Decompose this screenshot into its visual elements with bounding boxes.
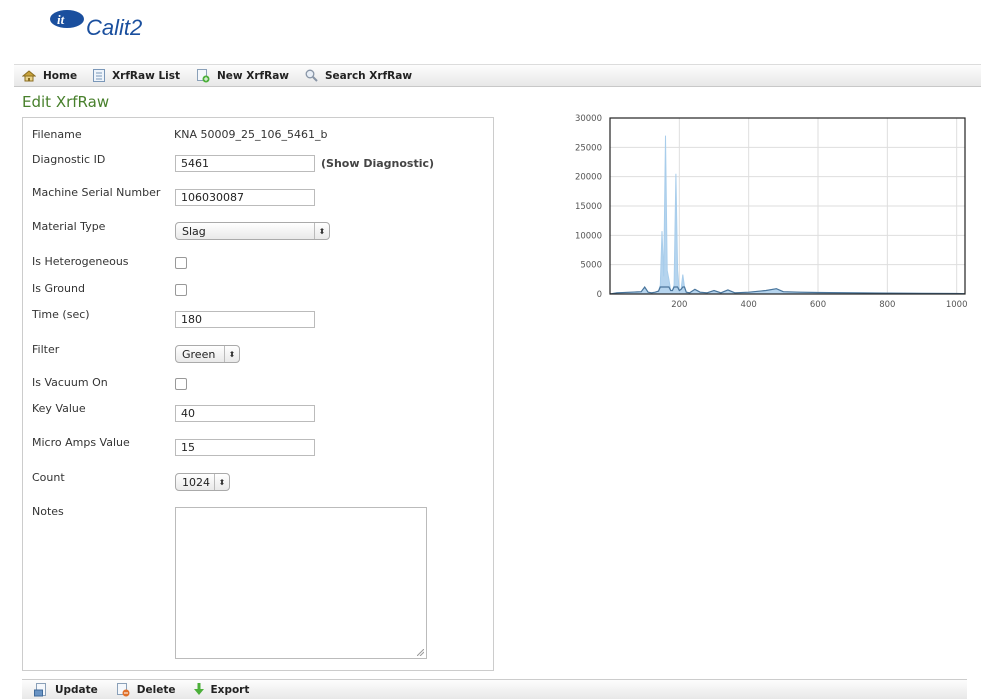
filename-label: Filename [32, 128, 82, 141]
is-ground-label: Is Ground [32, 282, 85, 295]
update-label: Update [55, 683, 98, 696]
delete-button[interactable]: Delete [116, 682, 176, 697]
show-diagnostic-link[interactable]: (Show Diagnostic) [321, 157, 434, 170]
export-button[interactable]: Export [193, 683, 250, 696]
x-tick-label: 400 [741, 300, 757, 310]
update-document-icon [34, 682, 46, 696]
x-tick-label: 1000 [946, 300, 968, 310]
y-tick-label: 25000 [575, 143, 602, 153]
time-label: Time (sec) [32, 308, 90, 321]
update-button[interactable]: Update [34, 682, 98, 697]
time-input[interactable] [175, 311, 315, 328]
diagnostic-id-label: Diagnostic ID [32, 153, 106, 166]
filter-select[interactable]: Green ⬍ [175, 345, 240, 363]
diagnostic-id-input[interactable] [175, 155, 315, 172]
delete-document-icon [116, 682, 130, 696]
count-label: Count [32, 471, 65, 484]
nav-home[interactable]: Home [22, 70, 77, 82]
nav-new[interactable]: New XrfRaw [196, 68, 289, 83]
select-arrows-icon: ⬍ [314, 223, 329, 239]
material-type-label: Material Type [32, 220, 106, 233]
x-tick-label: 600 [810, 300, 826, 310]
is-heterogeneous-label: Is Heterogeneous [32, 255, 129, 268]
export-label: Export [210, 683, 250, 696]
micro-amps-input[interactable] [175, 439, 315, 456]
nav-search-label: Search XrfRaw [325, 69, 413, 82]
count-select[interactable]: 1024 ⬍ [175, 473, 230, 491]
filter-value: Green [182, 347, 216, 361]
nav-home-label: Home [43, 69, 78, 82]
filename-value: KNA 50009_25_106_5461_b [174, 128, 328, 141]
nav-list[interactable]: XrfRaw List [93, 69, 180, 82]
is-ground-checkbox[interactable] [175, 284, 187, 296]
is-vacuum-on-checkbox[interactable] [175, 378, 187, 390]
y-tick-label: 5000 [580, 261, 602, 271]
top-nav: Home XrfRaw List New XrfRaw Search XrfRa… [14, 64, 981, 87]
notes-textarea[interactable] [175, 507, 427, 659]
export-arrow-icon [193, 683, 204, 695]
notes-label: Notes [32, 505, 64, 518]
logo-text: Calit2 [86, 15, 142, 40]
key-value-label: Key Value [32, 402, 86, 415]
nav-search[interactable]: Search XrfRaw [305, 69, 412, 82]
machine-serial-label: Machine Serial Number [32, 186, 161, 199]
nav-list-label: XrfRaw List [112, 69, 181, 82]
footer-actions: Update Delete Export [22, 679, 967, 699]
is-vacuum-on-label: Is Vacuum On [32, 376, 108, 389]
delete-label: Delete [136, 683, 176, 696]
material-type-value: Slag [182, 224, 206, 238]
key-value-input[interactable] [175, 405, 315, 422]
list-icon [93, 69, 106, 82]
new-document-icon [197, 68, 210, 82]
y-tick-label: 20000 [575, 173, 602, 183]
resize-grip-icon[interactable] [417, 649, 424, 656]
select-arrows-icon: ⬍ [214, 474, 229, 490]
filter-label: Filter [32, 343, 60, 356]
x-tick-label: 200 [671, 300, 687, 310]
logo-badge-text: it [57, 12, 65, 27]
nav-new-label: New XrfRaw [217, 69, 289, 82]
micro-amps-label: Micro Amps Value [32, 436, 130, 449]
y-tick-label: 10000 [575, 231, 602, 241]
is-heterogeneous-checkbox[interactable] [175, 257, 187, 269]
x-tick-label: 800 [879, 300, 895, 310]
search-icon [305, 69, 318, 82]
select-arrows-icon: ⬍ [224, 346, 239, 362]
home-icon [22, 69, 36, 81]
y-tick-label: 15000 [575, 202, 602, 212]
machine-serial-input[interactable] [175, 189, 315, 206]
y-tick-label: 0 [597, 290, 602, 300]
page-title: Edit XrfRaw [22, 93, 110, 111]
y-tick-label: 30000 [575, 114, 602, 124]
spectrum-chart: 0 5000 10000 15000 20000 25000 30000 200 400 600 8… [575, 114, 968, 310]
count-value: 1024 [182, 475, 210, 489]
calit2-logo[interactable]: it Calit2 [48, 8, 178, 40]
material-type-select[interactable]: Slag ⬍ [175, 222, 330, 240]
